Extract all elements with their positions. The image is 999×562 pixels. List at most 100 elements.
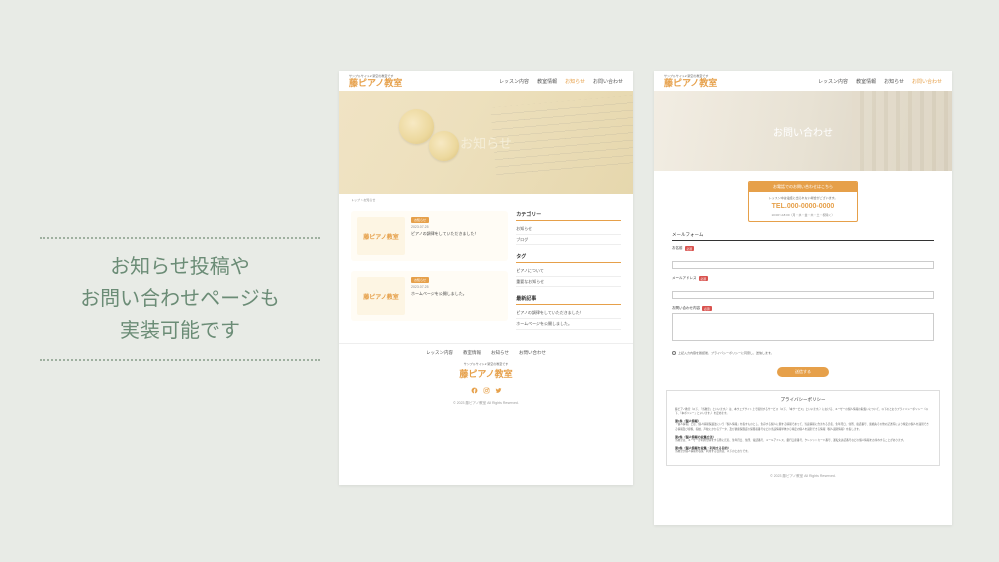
consent-text: 上記入力内容を確認後、プライバシーポリシーに同意し、送信します。 xyxy=(678,351,774,355)
contact-hero-title: お問い合わせ xyxy=(773,124,833,139)
post-card[interactable]: 藤ピアノ教室 お知らせ 2023.07.25 ピアノの調律をしていただきました！ xyxy=(351,211,508,261)
sidebar-column: カテゴリー お知らせ ブログ タグ ピアノについて 重要なお知らせ 最新記事 ピ… xyxy=(516,211,621,330)
footer-logo[interactable]: 藤ピアノ教室 xyxy=(339,367,633,380)
site-footer: レッスン内容 教室情報 お知らせ お問い合わせ サンプルサイト2 架空の教室です… xyxy=(339,343,633,411)
submit-button[interactable]: 送信する xyxy=(777,367,829,377)
promo-text-block: お知らせ投稿や お問い合わせページも 実装可能です xyxy=(40,225,320,373)
content-label-text: お問い合わせ内容 xyxy=(672,306,700,311)
recent-heading: 最新記事 xyxy=(516,295,621,305)
post-category-badge: お知らせ xyxy=(411,217,429,223)
dotted-line-top xyxy=(40,237,320,239)
posts-column: 藤ピアノ教室 お知らせ 2023.07.25 ピアノの調律をしていただきました！… xyxy=(351,211,508,330)
nav-classroom[interactable]: 教室情報 xyxy=(856,78,876,85)
nav-contact[interactable]: お問い合わせ xyxy=(593,78,623,85)
category-section: カテゴリー お知らせ ブログ xyxy=(516,211,621,245)
footer-lesson[interactable]: レッスン内容 xyxy=(426,350,453,356)
post-card[interactable]: 藤ピアノ教室 お知らせ 2023.07.25 ホームページを公開しました。 xyxy=(351,271,508,321)
contact-page-preview: サンプルサイト2 架空の教室です 藤ピアノ教室 レッスン内容 教室情報 お知らせ… xyxy=(654,71,952,525)
nav-news[interactable]: お知らせ xyxy=(884,78,904,85)
copyright: © 2023 藤ピアノ教室 All Rights Reserved. xyxy=(654,474,952,484)
footer-contact[interactable]: お問い合わせ xyxy=(519,350,546,356)
form-row-email: メールアドレス 必須 xyxy=(672,276,934,301)
logo-name: 藤ピアノ教室 xyxy=(664,79,717,88)
news-hero-title: お知らせ xyxy=(460,133,512,152)
name-input[interactable] xyxy=(672,261,934,269)
category-link[interactable]: ブログ xyxy=(516,235,621,246)
required-badge: 必須 xyxy=(702,306,712,311)
email-label-text: メールアドレス xyxy=(672,276,697,281)
rose-decoration-2 xyxy=(429,131,459,161)
call-box-tel[interactable]: TEL.000-0000-0000 xyxy=(753,203,853,210)
footer-news[interactable]: お知らせ xyxy=(491,350,509,356)
news-hero: お知らせ xyxy=(339,91,633,194)
name-label: お名前 必須 xyxy=(672,246,934,251)
required-badge: 必須 xyxy=(699,276,709,281)
policy-p2: 当教室は、ユーザーが利用登録をする際に氏名、生年月日、住所、電話番号、メールアド… xyxy=(675,439,931,443)
category-heading: カテゴリー xyxy=(516,211,621,221)
recent-link[interactable]: ピアノの調律をしていただきました！ xyxy=(516,308,621,319)
content-textarea[interactable] xyxy=(672,313,934,341)
site-header: サンプルサイト2 架空の教室です 藤ピアノ教室 レッスン内容 教室情報 お知らせ… xyxy=(339,71,633,91)
recent-link[interactable]: ホームページを公開しました。 xyxy=(516,319,621,330)
nav-contact[interactable]: お問い合わせ xyxy=(912,78,942,85)
curtain-decoration xyxy=(852,91,952,171)
call-box-body: レッスン中は電話に出られない場合がございます。 TEL.000-0000-000… xyxy=(749,192,857,221)
site-header: サンプルサイト2 架空の教室です 藤ピアノ教室 レッスン内容 教室情報 お知らせ… xyxy=(654,71,952,91)
post-thumbnail: 藤ピアノ教室 xyxy=(357,217,405,255)
logo-name: 藤ピアノ教室 xyxy=(349,79,402,88)
site-nav: レッスン内容 教室情報 お知らせ お問い合わせ xyxy=(818,78,942,85)
copyright: © 2023 藤ピアノ教室 All Rights Reserved. xyxy=(339,401,633,411)
form-title: メールフォーム xyxy=(672,232,934,241)
logo-block[interactable]: サンプルサイト2 架空の教室です 藤ピアノ教室 xyxy=(664,75,717,88)
post-body: お知らせ 2023.07.25 ピアノの調律をしていただきました！ xyxy=(411,217,502,255)
contact-hero: お問い合わせ xyxy=(654,91,952,171)
form-row-content: お問い合わせ内容 必須 xyxy=(672,306,934,346)
promo-line-1: お知らせ投稿や xyxy=(40,251,320,283)
post-title: ピアノの調律をしていただきました！ xyxy=(411,231,502,237)
consent-checkbox[interactable] xyxy=(672,351,676,355)
facebook-icon[interactable] xyxy=(471,387,478,394)
rose-decoration-1 xyxy=(399,109,434,144)
footer-classroom[interactable]: 教室情報 xyxy=(463,350,481,356)
news-page-preview: サンプルサイト2 架空の教室です 藤ピアノ教室 レッスン内容 教室情報 お知らせ… xyxy=(339,71,633,485)
recent-section: 最新記事 ピアノの調律をしていただきました！ ホームページを公開しました。 xyxy=(516,295,621,329)
post-date: 2023.07.25 xyxy=(411,285,502,289)
call-box-note: レッスン中は電話に出られない場合がございます。 xyxy=(753,196,853,200)
dotted-line-bottom xyxy=(40,359,320,361)
twitter-icon[interactable] xyxy=(495,387,502,394)
email-label: メールアドレス 必須 xyxy=(672,276,934,281)
post-body: お知らせ 2023.07.25 ホームページを公開しました。 xyxy=(411,277,502,315)
form-row-name: お名前 必須 xyxy=(672,246,934,271)
consent-row: 上記入力内容を確認後、プライバシーポリシーに同意し、送信します。 xyxy=(672,351,934,355)
nav-lesson[interactable]: レッスン内容 xyxy=(499,78,529,85)
call-box: お電話でのお問い合わせはこちら レッスン中は電話に出られない場合がございます。 … xyxy=(748,181,858,222)
policy-p3: 当教室が個人情報を収集・利用する目的は、以下のとおりです。 xyxy=(675,450,931,454)
post-date: 2023.07.25 xyxy=(411,225,502,229)
news_page.sidebar.tags.1[interactable]: 重要なお知らせ xyxy=(516,277,621,288)
post-category-badge: お知らせ xyxy=(411,277,429,283)
nav-lesson[interactable]: レッスン内容 xyxy=(818,78,848,85)
tag-section: タグ ピアノについて 重要なお知らせ xyxy=(516,253,621,287)
tel-prefix: TEL. xyxy=(772,203,787,210)
category-link[interactable]: お知らせ xyxy=(516,224,621,235)
tag-link[interactable]: ピアノについて xyxy=(516,266,621,277)
promo-line-2: お問い合わせページも xyxy=(40,283,320,315)
policy-p1: 「個人情報」とは、個人情報保護法にいう「個人情報」を指すものとし、生存する個人に… xyxy=(675,423,931,431)
nav-news[interactable]: お知らせ xyxy=(565,78,585,85)
breadcrumb: トップ > お知らせ xyxy=(339,194,633,206)
tag-heading: タグ xyxy=(516,253,621,263)
post-thumbnail: 藤ピアノ教室 xyxy=(357,277,405,315)
email-input[interactable] xyxy=(672,291,934,299)
content-label: お問い合わせ内容 必須 xyxy=(672,306,934,311)
call-box-header: お電話でのお問い合わせはこちら xyxy=(749,182,857,192)
nav-classroom[interactable]: 教室情報 xyxy=(537,78,557,85)
social-icons xyxy=(339,387,633,394)
logo-block[interactable]: サンプルサイト2 架空の教室です 藤ピアノ教室 xyxy=(349,75,402,88)
footer-nav: レッスン内容 教室情報 お知らせ お問い合わせ xyxy=(339,350,633,356)
name-label-text: お名前 xyxy=(672,246,683,251)
mail-form: メールフォーム お名前 必須 メールアドレス 必須 お問い合わせ内容 必須 上記… xyxy=(672,232,934,378)
submit-wrap: 送信する xyxy=(672,360,934,378)
post-title: ホームページを公開しました。 xyxy=(411,291,502,297)
news-content: 藤ピアノ教室 お知らせ 2023.07.25 ピアノの調律をしていただきました！… xyxy=(339,206,633,335)
instagram-icon[interactable] xyxy=(483,387,490,394)
